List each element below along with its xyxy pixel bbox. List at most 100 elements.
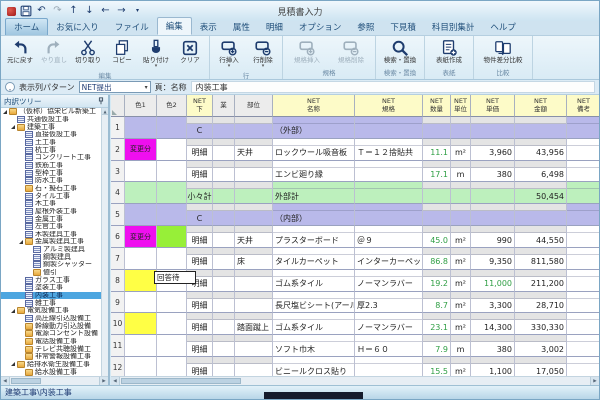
cell-spec[interactable]: [355, 117, 423, 139]
cell-amount[interactable]: 330,330: [515, 313, 567, 336]
column-header-amount[interactable]: NET 金額: [515, 95, 567, 117]
cell-c2[interactable]: [157, 160, 187, 183]
cell-c1[interactable]: 変更分: [125, 138, 157, 161]
tree-item[interactable]: 石・擬石工事: [1, 185, 101, 193]
cell-amount[interactable]: 3,002: [515, 335, 567, 358]
tab-subestimate[interactable]: 下見積: [382, 19, 424, 35]
cell-c1[interactable]: [125, 160, 157, 183]
tree-item[interactable]: 高圧線引込設備工: [1, 315, 101, 323]
cell-price[interactable]: 9,350: [471, 247, 515, 270]
page-name-field[interactable]: 内装工事: [190, 81, 595, 93]
tree-item[interactable]: 鋼製シャッター: [1, 261, 101, 269]
cell-unit[interactable]: m: [451, 160, 471, 183]
cell-num[interactable]: 5: [111, 204, 125, 227]
cell-c2[interactable]: [157, 247, 187, 270]
cut-button[interactable]: 切り取り: [71, 37, 105, 64]
tree-item[interactable]: 木工事: [1, 200, 101, 208]
cell-gyo[interactable]: [213, 182, 235, 205]
cell-name[interactable]: プラスターボード: [273, 226, 355, 248]
cell-gyo[interactable]: [213, 269, 235, 292]
tab-favorites[interactable]: お気に入り: [48, 19, 107, 35]
tree-item[interactable]: 木製建具工事: [1, 231, 101, 239]
tree-item[interactable]: 電源コンセント設備: [1, 330, 101, 338]
cell-spec[interactable]: ノーマンラバー: [355, 313, 423, 336]
cell-part[interactable]: 天井: [235, 138, 273, 161]
grid-scrollbar-thumb[interactable]: [121, 378, 241, 384]
tree-item[interactable]: 共通仮設工事: [1, 116, 101, 124]
cell-name[interactable]: （外部）: [273, 117, 355, 139]
cell-amount[interactable]: 211,200: [515, 269, 567, 292]
tree-item[interactable]: 電気設備工事: [1, 307, 101, 315]
compare-button[interactable]: 物件差分比較: [476, 37, 530, 64]
tree-item[interactable]: 土工事: [1, 139, 101, 147]
cell-name[interactable]: ソフト巾木: [273, 335, 355, 358]
tree-item[interactable]: 金属工事: [1, 215, 101, 223]
cell-amount[interactable]: 811,580: [515, 247, 567, 270]
collapse-ribbon-icon[interactable]: ˬ: [5, 82, 15, 92]
cell-amount[interactable]: 6,498: [515, 160, 567, 183]
tree-item[interactable]: 塗装工事: [1, 284, 101, 292]
tree-item[interactable]: 型枠工事: [1, 169, 101, 177]
cell-part[interactable]: 踏面蹴上: [235, 313, 273, 336]
cell-spec[interactable]: [355, 204, 423, 227]
tree-item[interactable]: テレビ共聴設備工: [1, 345, 101, 353]
row-delete-button[interactable]: 行削除 ▾: [246, 37, 280, 69]
cell-part[interactable]: [235, 182, 273, 205]
cell-c2[interactable]: [157, 313, 187, 336]
tab-detail[interactable]: 明細: [258, 19, 291, 35]
cell-price[interactable]: 380: [471, 160, 515, 183]
cell-amount[interactable]: 44,550: [515, 226, 567, 248]
tree-scrollbar-thumb[interactable]: [11, 378, 41, 384]
tab-help[interactable]: ヘルプ: [482, 19, 524, 35]
tab-subject-summary[interactable]: 科目別集計: [424, 19, 483, 35]
cell-name[interactable]: ゴム系タイル: [273, 269, 355, 292]
cell-type[interactable]: 明細: [187, 226, 213, 248]
grid-scroll-right-icon[interactable]: ▶: [590, 377, 599, 385]
cell-price[interactable]: 990: [471, 226, 515, 248]
cell-note[interactable]: [567, 204, 599, 227]
cell-c1[interactable]: [125, 247, 157, 270]
redo-button[interactable]: やり直し: [37, 37, 71, 64]
cell-unit[interactable]: m²: [451, 291, 471, 314]
cell-gyo[interactable]: [213, 291, 235, 314]
tree-item[interactable]: コンクリート工事: [1, 154, 101, 162]
tree-item[interactable]: 杭工事: [1, 146, 101, 154]
column-header-qty[interactable]: NET 数量: [423, 95, 451, 117]
tree-item[interactable]: 防水工事: [1, 177, 101, 185]
tree-item[interactable]: タイル工事: [1, 192, 101, 200]
cell-note[interactable]: [567, 138, 599, 161]
search-replace-button[interactable]: 検索・置換: [378, 37, 422, 64]
cell-spec[interactable]: [355, 182, 423, 205]
cell-gyo[interactable]: [213, 138, 235, 161]
cell-name[interactable]: 外部計: [273, 182, 355, 205]
cell-price[interactable]: 14,300: [471, 313, 515, 336]
cell-gyo[interactable]: [213, 117, 235, 139]
cell-qty[interactable]: [423, 117, 451, 139]
cell-price[interactable]: [471, 204, 515, 227]
cell-name[interactable]: エンビ廻り縁: [273, 160, 355, 183]
column-header-type[interactable]: NET 下: [187, 95, 213, 117]
cell-gyo[interactable]: [213, 226, 235, 248]
cell-name[interactable]: タイルカーペット: [273, 247, 355, 270]
cell-c1[interactable]: [125, 291, 157, 314]
tree-item[interactable]: 屋根外装工事: [1, 208, 101, 216]
cell-spec[interactable]: ＠９: [355, 226, 423, 248]
cell-type[interactable]: 明細: [187, 335, 213, 358]
tree-item[interactable]: 直接仮設工事: [1, 131, 101, 139]
cell-price[interactable]: 380: [471, 335, 515, 358]
cell-gyo[interactable]: [213, 204, 235, 227]
cell-unit[interactable]: m²: [451, 138, 471, 161]
cell-c1[interactable]: [125, 204, 157, 227]
tree-vertical-scrollbar[interactable]: ▲: [101, 108, 108, 376]
tree-item[interactable]: 鋼製建具: [1, 253, 101, 261]
cell-num[interactable]: 7: [111, 247, 125, 270]
spec-delete-button[interactable]: 規格削除: [329, 37, 373, 64]
cell-num[interactable]: 3: [111, 160, 125, 183]
cell-qty[interactable]: 7.9: [423, 335, 451, 358]
cell-part[interactable]: [235, 160, 273, 183]
cell-spec[interactable]: Ｔ＝１２捨貼共: [355, 138, 423, 161]
cell-qty[interactable]: [423, 182, 451, 205]
column-header-c2[interactable]: 色2: [157, 95, 187, 117]
cell-part[interactable]: [235, 291, 273, 314]
cell-c2[interactable]: [157, 204, 187, 227]
